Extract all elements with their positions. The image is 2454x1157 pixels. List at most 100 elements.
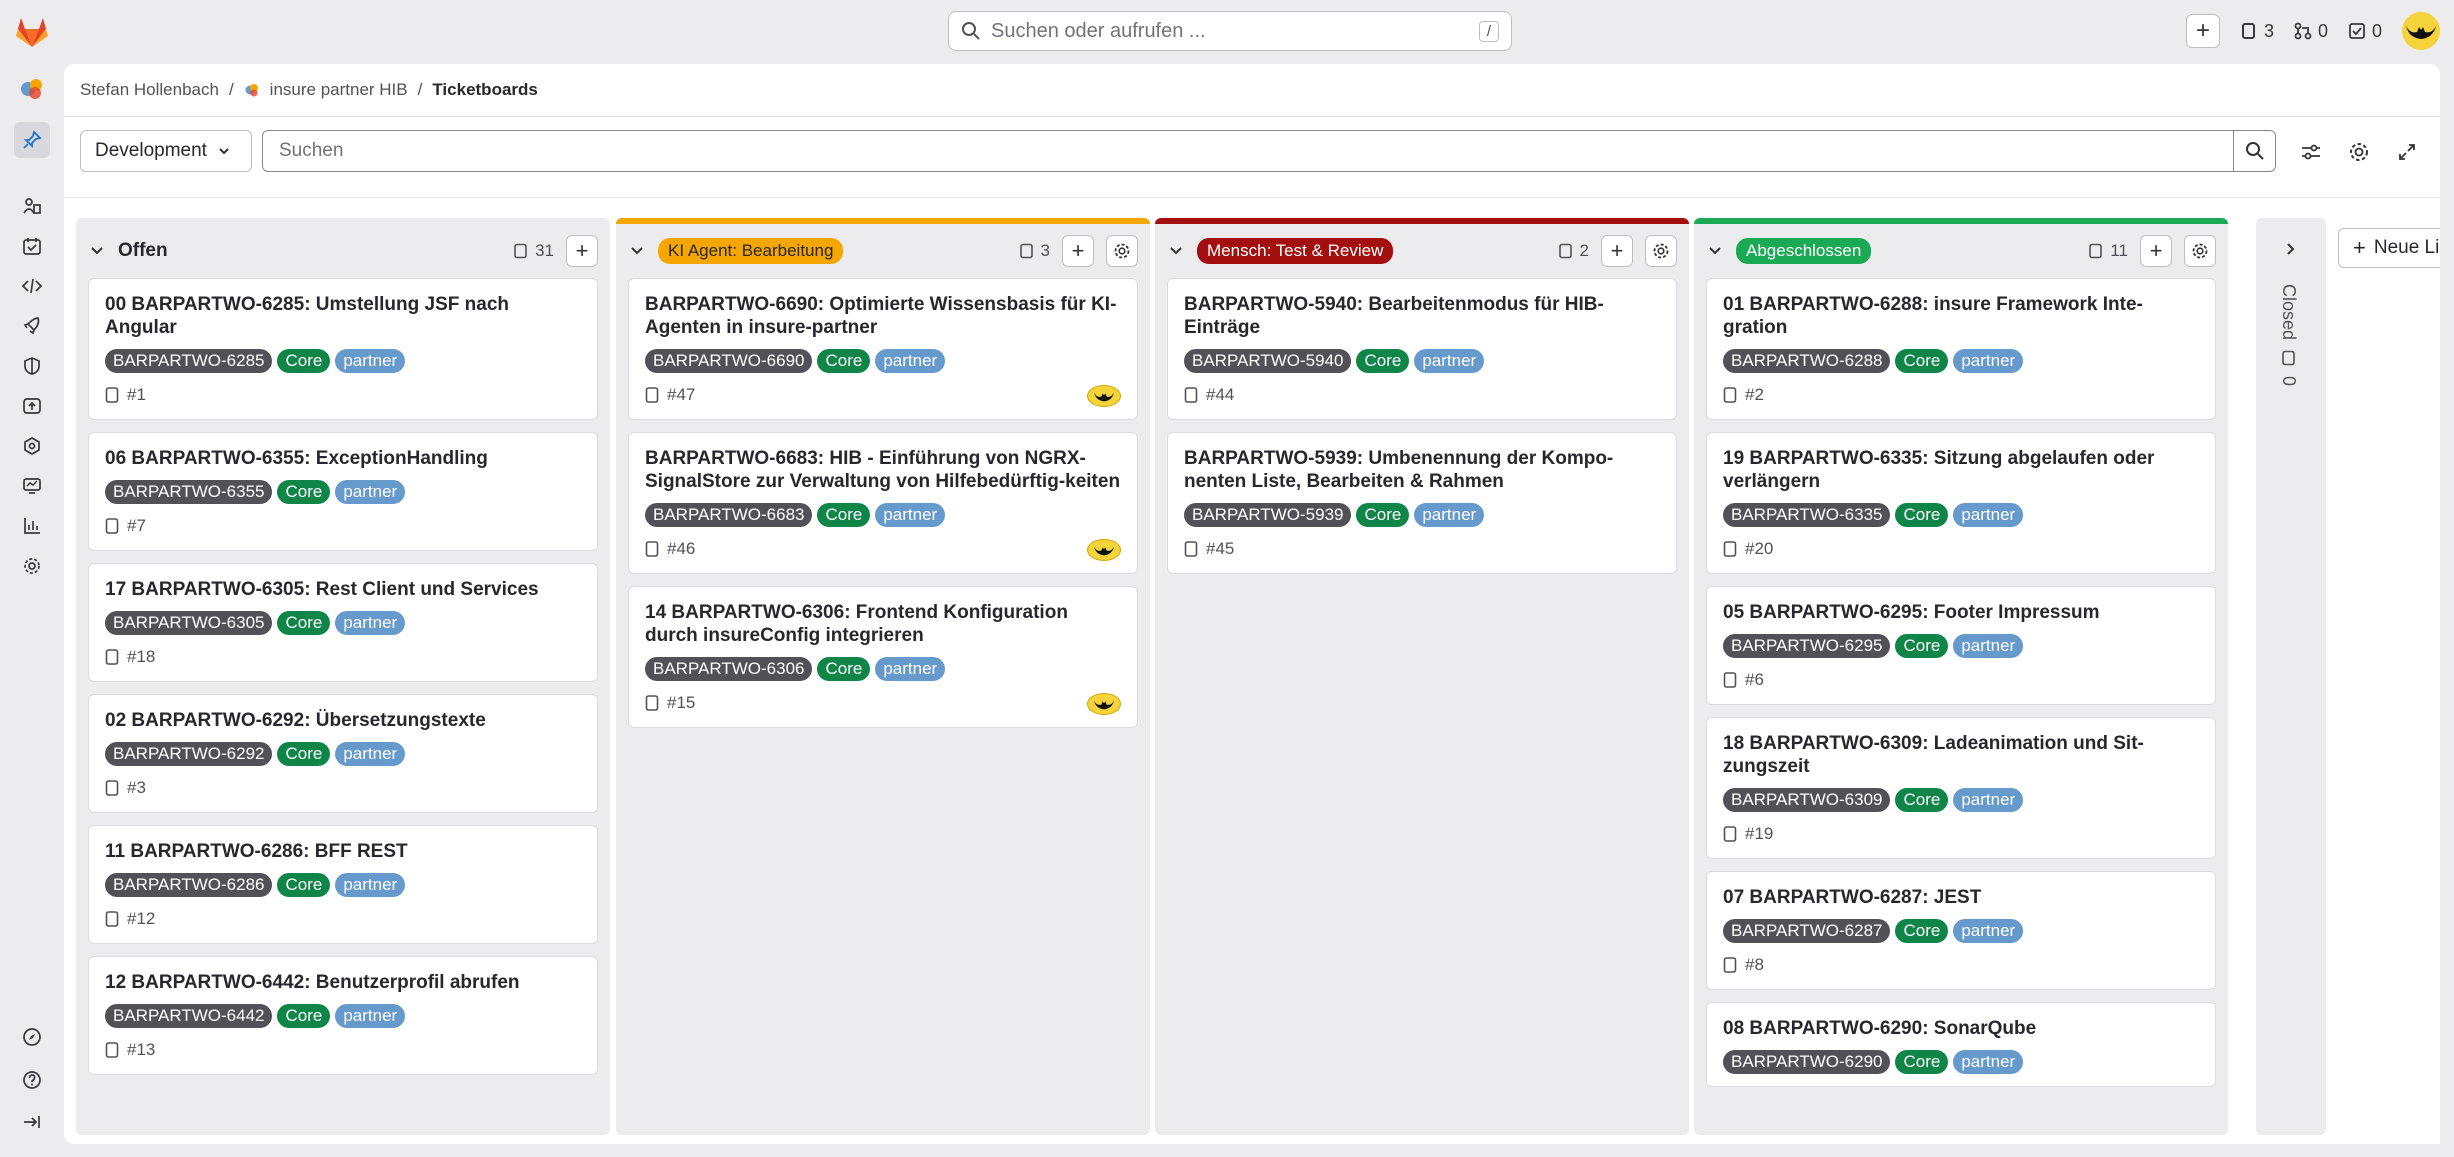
- label-core[interactable]: Core: [817, 349, 871, 373]
- issue-title[interactable]: BARPARTWO-6690: Optimierte Wissensbasis …: [645, 293, 1121, 339]
- issue-card[interactable]: BARPARTWO-5940: Bearbeitenmodus für HIB-…: [1167, 278, 1677, 420]
- operate-icon[interactable]: [17, 431, 47, 461]
- issue-card[interactable]: 02 BARPARTWO-6292: Übersetzungstexte BAR…: [88, 694, 598, 813]
- label-partner[interactable]: partner: [335, 1004, 406, 1028]
- gitlab-logo-icon[interactable]: [14, 14, 50, 50]
- label-key[interactable]: BARPARTWO-6285: [105, 349, 273, 373]
- label-partner[interactable]: partner: [1953, 634, 2024, 658]
- label-key[interactable]: BARPARTWO-6690: [645, 349, 813, 373]
- label-core[interactable]: Core: [1895, 634, 1949, 658]
- merge-requests-button[interactable]: 0: [2294, 14, 2328, 48]
- issue-card[interactable]: 14 BARPARTWO-6306: Frontend Konfiguratio…: [628, 586, 1138, 728]
- label-key[interactable]: BARPARTWO-5939: [1184, 503, 1352, 527]
- label-key[interactable]: BARPARTWO-6286: [105, 873, 273, 897]
- issue-card[interactable]: 01 BARPARTWO-6288: insure Framework Inte…: [1706, 278, 2216, 420]
- add-issue-button[interactable]: +: [1062, 235, 1094, 267]
- list-settings-button[interactable]: [1645, 235, 1677, 267]
- global-search-input[interactable]: Suchen oder aufrufen ... /: [948, 11, 1512, 51]
- plan-icon[interactable]: [17, 231, 47, 261]
- issue-card[interactable]: 17 BARPARTWO-6305: Rest Client und Servi…: [88, 563, 598, 682]
- issue-title[interactable]: BARPARTWO-6683: HIB - Einführung von NGR…: [645, 447, 1121, 493]
- assignee-avatar[interactable]: [1087, 539, 1121, 561]
- issue-card[interactable]: 08 BARPARTWO-6290: SonarQube BARPARTWO-6…: [1706, 1002, 2216, 1087]
- issue-title[interactable]: 14 BARPARTWO-6306: Frontend Konfiguratio…: [645, 601, 1121, 647]
- help-icon[interactable]: [17, 1065, 47, 1095]
- label-key[interactable]: BARPARTWO-6355: [105, 480, 273, 504]
- label-key[interactable]: BARPARTWO-6292: [105, 742, 273, 766]
- label-core[interactable]: Core: [277, 480, 331, 504]
- label-partner[interactable]: partner: [1953, 1050, 2024, 1074]
- label-core[interactable]: Core: [817, 503, 871, 527]
- issue-card[interactable]: BARPARTWO-6683: HIB - Einführung von NGR…: [628, 432, 1138, 574]
- chevron-down-icon[interactable]: [1167, 242, 1185, 260]
- label-partner[interactable]: partner: [875, 349, 946, 373]
- create-new-button[interactable]: +: [2185, 14, 2220, 48]
- issue-card[interactable]: 07 BARPARTWO-6287: JEST BARPARTWO-6287 Co…: [1706, 871, 2216, 990]
- list-label-pill[interactable]: KI Agent: Bearbeitung: [658, 238, 844, 264]
- new-list-button[interactable]: + Neue Lis: [2338, 228, 2440, 268]
- issue-title[interactable]: 06 BARPARTWO-6355: ExceptionHandling: [105, 447, 581, 470]
- issue-title[interactable]: 19 BARPARTWO-6335: Sitzung abgelaufen od…: [1723, 447, 2199, 493]
- label-partner[interactable]: partner: [1953, 788, 2024, 812]
- breadcrumb-project[interactable]: insure partner HIB: [270, 80, 408, 100]
- label-key[interactable]: BARPARTWO-6306: [645, 657, 813, 681]
- board-filter-options-icon[interactable]: [2296, 137, 2326, 167]
- label-partner[interactable]: partner: [875, 657, 946, 681]
- issue-card[interactable]: 11 BARPARTWO-6286: BFF REST BARPARTWO-62…: [88, 825, 598, 944]
- label-key[interactable]: BARPARTWO-6295: [1723, 634, 1891, 658]
- label-core[interactable]: Core: [1895, 788, 1949, 812]
- issue-title[interactable]: BARPARTWO-5940: Bearbeitenmodus für HIB-…: [1184, 293, 1660, 339]
- label-core[interactable]: Core: [277, 611, 331, 635]
- user-avatar[interactable]: [2402, 12, 2440, 50]
- label-core[interactable]: Core: [1895, 503, 1949, 527]
- issue-card[interactable]: 12 BARPARTWO-6442: Benutzerprofil abrufe…: [88, 956, 598, 1075]
- project-avatar-icon[interactable]: [17, 74, 47, 104]
- label-partner[interactable]: partner: [335, 480, 406, 504]
- issue-card[interactable]: BARPARTWO-5939: Umbenennung der Kompo-ne…: [1167, 432, 1677, 574]
- issue-title[interactable]: 18 BARPARTWO-6309: Ladeanimation und Sit…: [1723, 732, 2199, 778]
- board-search-input[interactable]: Suchen: [262, 130, 2234, 172]
- list-label-pill[interactable]: Mensch: Test & Review: [1197, 238, 1394, 264]
- assignee-avatar[interactable]: [1087, 385, 1121, 407]
- issue-title[interactable]: 01 BARPARTWO-6288: insure Framework Inte…: [1723, 293, 2199, 339]
- chevron-down-icon[interactable]: [628, 242, 646, 260]
- issue-title[interactable]: 11 BARPARTWO-6286: BFF REST: [105, 840, 581, 863]
- label-core[interactable]: Core: [817, 657, 871, 681]
- label-partner[interactable]: partner: [1414, 503, 1485, 527]
- pin-icon[interactable]: [14, 122, 50, 158]
- rocket-icon[interactable]: [17, 311, 47, 341]
- list-settings-button[interactable]: [1106, 235, 1138, 267]
- label-key[interactable]: BARPARTWO-6683: [645, 503, 813, 527]
- issue-card[interactable]: 06 BARPARTWO-6355: ExceptionHandling BAR…: [88, 432, 598, 551]
- chevron-down-icon[interactable]: [1706, 242, 1724, 260]
- assignee-avatar[interactable]: [1087, 693, 1121, 715]
- label-core[interactable]: Core: [1895, 349, 1949, 373]
- board-search-submit-button[interactable]: [2234, 130, 2276, 172]
- fullscreen-expand-icon[interactable]: [2392, 137, 2422, 167]
- label-partner[interactable]: partner: [1953, 503, 2024, 527]
- label-partner[interactable]: partner: [335, 873, 406, 897]
- issue-title[interactable]: 07 BARPARTWO-6287: JEST: [1723, 886, 2199, 909]
- issue-card[interactable]: 19 BARPARTWO-6335: Sitzung abgelaufen od…: [1706, 432, 2216, 574]
- issue-title[interactable]: 00 BARPARTWO-6285: Umstellung JSF nach A…: [105, 293, 581, 339]
- issue-title[interactable]: 08 BARPARTWO-6290: SonarQube: [1723, 1017, 2199, 1040]
- issues-button[interactable]: 3: [2240, 14, 2274, 48]
- label-key[interactable]: BARPARTWO-6290: [1723, 1050, 1891, 1074]
- manage-icon[interactable]: [17, 191, 47, 221]
- label-core[interactable]: Core: [277, 1004, 331, 1028]
- add-issue-button[interactable]: +: [566, 235, 598, 267]
- todos-button[interactable]: 0: [2348, 14, 2382, 48]
- collapse-sidebar-icon[interactable]: [17, 1107, 47, 1137]
- label-core[interactable]: Core: [277, 349, 331, 373]
- deploy-icon[interactable]: [17, 391, 47, 421]
- label-partner[interactable]: partner: [875, 503, 946, 527]
- label-key[interactable]: BARPARTWO-6305: [105, 611, 273, 635]
- issue-card[interactable]: 00 BARPARTWO-6285: Umstellung JSF nach A…: [88, 278, 598, 420]
- explore-compass-icon[interactable]: [17, 1022, 47, 1052]
- board-select-dropdown[interactable]: Development: [80, 130, 252, 172]
- label-partner[interactable]: partner: [335, 742, 406, 766]
- label-key[interactable]: BARPARTWO-6335: [1723, 503, 1891, 527]
- board-list-closed-collapsed[interactable]: Closed 0: [2256, 218, 2326, 1135]
- issue-title[interactable]: 02 BARPARTWO-6292: Übersetzungstexte: [105, 709, 581, 732]
- issue-title[interactable]: 17 BARPARTWO-6305: Rest Client und Servi…: [105, 578, 581, 601]
